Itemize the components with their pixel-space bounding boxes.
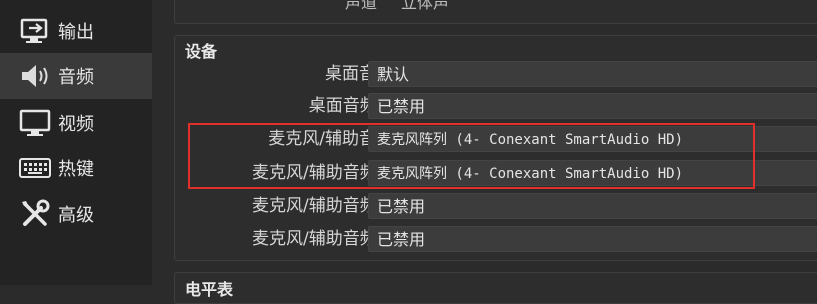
- settings-main: 声道 立体声 设备 桌面音频 默认 桌面音频 2 已禁用 麦克风/辅助音频 麦克…: [152, 0, 817, 304]
- sidebar-item-output[interactable]: 输出: [18, 8, 152, 54]
- mic-aux-2-select[interactable]: 麦克风阵列 (4- Conexant SmartAudio HD): [368, 160, 817, 186]
- device-row-desktop-audio: 桌面音频 默认: [175, 60, 817, 88]
- meters-title: 电平表: [185, 280, 234, 299]
- sidebar-item-hotkeys[interactable]: 热键: [18, 145, 152, 191]
- device-row-mic-aux: 麦克风/辅助音频 麦克风阵列 (4- Conexant SmartAudio H…: [175, 125, 817, 153]
- mic-aux-4-select[interactable]: 已禁用: [368, 226, 817, 252]
- output-icon: [18, 15, 52, 47]
- sidebar-item-label: 高级: [58, 205, 94, 226]
- desktop-audio-2-select[interactable]: 已禁用: [368, 93, 817, 119]
- desktop-audio-select[interactable]: 默认: [368, 61, 817, 87]
- channel-label: 声道: [345, 0, 378, 12]
- device-row-mic-aux-4: 麦克风/辅助音频 4 已禁用: [175, 225, 817, 253]
- sidebar-item-audio[interactable]: 音频: [0, 53, 152, 99]
- device-row-desktop-audio-2: 桌面音频 2 已禁用: [175, 92, 817, 120]
- sidebar-item-advanced[interactable]: 高级: [18, 191, 152, 237]
- sidebar-item-video[interactable]: 视频: [18, 100, 152, 146]
- mic-aux-select[interactable]: 麦克风阵列 (4- Conexant SmartAudio HD): [368, 126, 817, 152]
- tools-icon: [18, 198, 52, 230]
- audio-speaker-icon: [18, 60, 52, 92]
- sidebar-item-label: 视频: [58, 114, 94, 135]
- settings-sidebar: 输出 音频 视频 热键 高级: [0, 0, 152, 285]
- meters-group: 电平表: [174, 272, 817, 304]
- devices-group: 设备 桌面音频 默认 桌面音频 2 已禁用 麦克风/辅助音频 麦克风阵列 (4-…: [174, 35, 817, 261]
- channel-value[interactable]: 立体声: [401, 0, 449, 13]
- channel-group: 声道 立体声: [174, 0, 817, 24]
- devices-title: 设备: [185, 42, 218, 61]
- sidebar-item-label: 热键: [58, 159, 94, 180]
- keyboard-icon: [18, 152, 52, 184]
- device-row-mic-aux-2: 麦克风/辅助音频 2 麦克风阵列 (4- Conexant SmartAudio…: [175, 159, 817, 187]
- device-row-mic-aux-3: 麦克风/辅助音频 3 已禁用: [175, 192, 817, 220]
- mic-aux-3-select[interactable]: 已禁用: [368, 193, 817, 219]
- sidebar-item-label: 音频: [58, 67, 94, 88]
- monitor-icon: [18, 107, 52, 139]
- sidebar-item-label: 输出: [58, 22, 94, 43]
